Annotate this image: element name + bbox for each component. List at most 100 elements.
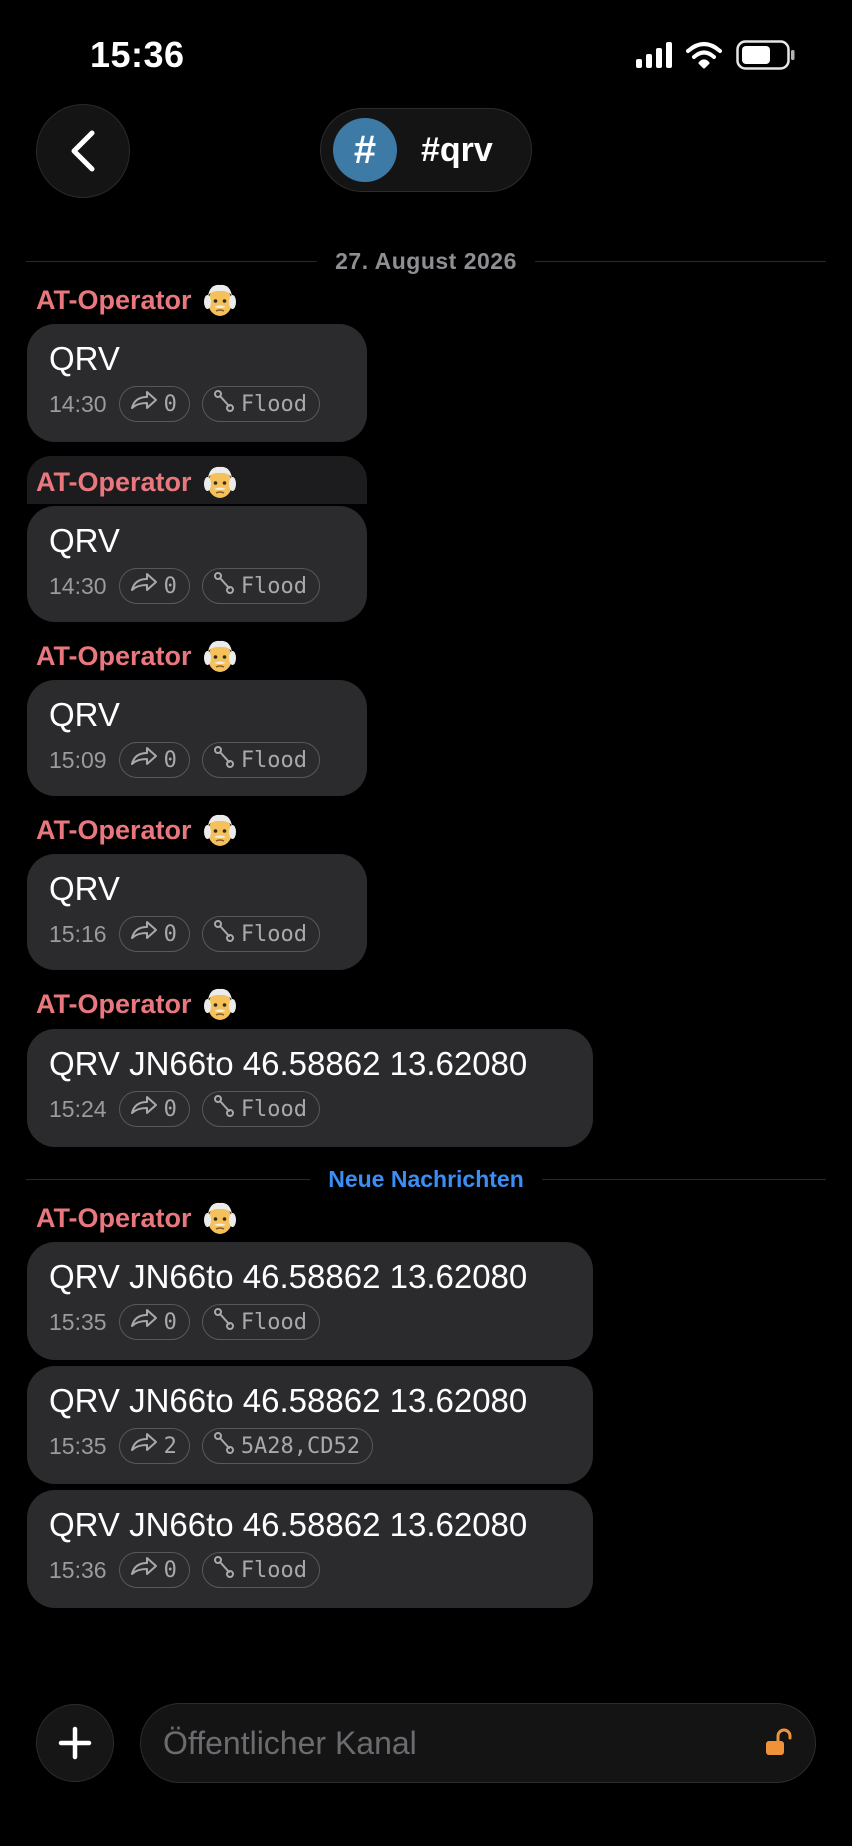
message-text: QRV — [49, 870, 120, 907]
channel-name: #qrv — [421, 130, 493, 169]
hops-chip[interactable]: 0 — [118, 1304, 190, 1340]
message-text: QRV — [49, 696, 120, 733]
hops-count: 0 — [163, 1557, 177, 1583]
date-label: 27. August 2026 — [335, 247, 517, 274]
hops-arrow-icon — [130, 1095, 158, 1123]
route-label: Flood — [240, 1096, 308, 1122]
message-bubble[interactable]: QRV 15:16 0 Flood — [27, 854, 367, 970]
hops-count: 0 — [163, 1096, 177, 1122]
older-man-emoji-icon — [202, 638, 238, 674]
message-text: QRV JN66to 46.58862 13.62080 — [49, 1045, 528, 1082]
cellular-signal-icon — [636, 42, 672, 68]
hops-arrow-icon — [130, 572, 158, 600]
route-chip[interactable]: 5A28,CD52 — [201, 1428, 374, 1464]
route-path-icon — [213, 1555, 235, 1585]
sender-name: AT-Operator — [36, 814, 192, 845]
channel-header[interactable]: # #qrv — [320, 108, 532, 192]
message-bubble[interactable]: QRV 15:09 0 Flood — [27, 680, 367, 796]
message-input-container[interactable] — [140, 1703, 816, 1783]
hops-chip[interactable]: 0 — [118, 1091, 190, 1127]
message-bubble[interactable]: QRV JN66to 46.58862 13.62080 15:36 0 Flo… — [27, 1490, 593, 1608]
channel-avatar: # — [333, 118, 397, 182]
route-path-icon — [213, 389, 235, 419]
add-attachment-button[interactable] — [36, 1704, 114, 1782]
message-sender[interactable]: AT-Operator — [36, 1200, 238, 1236]
hops-count: 0 — [163, 921, 177, 947]
status-icons — [636, 40, 796, 70]
older-man-emoji-icon — [202, 464, 238, 500]
hops-count: 0 — [163, 747, 177, 773]
message-sender[interactable]: AT-Operator — [36, 638, 238, 674]
hops-count: 2 — [163, 1433, 177, 1459]
message-time: 15:24 — [49, 1095, 107, 1122]
route-path-icon — [213, 1307, 235, 1337]
wifi-icon — [686, 42, 722, 69]
route-label: Flood — [240, 573, 308, 599]
message-bubble[interactable]: QRV JN66to 46.58862 13.62080 15:35 2 5A2… — [27, 1366, 593, 1484]
hops-arrow-icon — [130, 746, 158, 774]
status-time: 15:36 — [90, 34, 185, 75]
route-chip[interactable]: Flood — [201, 1304, 321, 1340]
message-time: 14:30 — [49, 390, 107, 417]
hops-chip[interactable]: 2 — [118, 1428, 190, 1464]
hops-arrow-icon — [130, 390, 158, 418]
hops-chip[interactable]: 0 — [118, 742, 190, 778]
message-text: QRV JN66to 46.58862 13.62080 — [49, 1382, 528, 1419]
hops-chip[interactable]: 0 — [118, 386, 190, 422]
message-time: 15:36 — [49, 1556, 107, 1583]
date-separator: 27. August 2026 — [26, 246, 826, 276]
message-bubble[interactable]: QRV 14:30 0 Flood — [27, 506, 367, 622]
older-man-emoji-icon — [202, 282, 238, 318]
sender-name: AT-Operator — [36, 466, 192, 497]
route-chip[interactable]: Flood — [201, 1552, 321, 1588]
route-chip[interactable]: Flood — [201, 568, 321, 604]
route-chip[interactable]: Flood — [201, 1091, 321, 1127]
route-path-icon — [213, 1431, 235, 1461]
chevron-left-icon — [71, 130, 95, 172]
older-man-emoji-icon — [202, 812, 238, 848]
hops-chip[interactable]: 0 — [118, 568, 190, 604]
route-label: Flood — [240, 1557, 308, 1583]
route-label: Flood — [240, 921, 308, 947]
hops-count: 0 — [163, 1309, 177, 1335]
back-button[interactable] — [36, 104, 130, 198]
older-man-emoji-icon — [202, 986, 238, 1022]
message-input[interactable] — [163, 1724, 763, 1762]
older-man-emoji-icon — [202, 1200, 238, 1236]
new-messages-separator: Neue Nachrichten — [26, 1164, 826, 1194]
message-sender[interactable]: AT-Operator — [36, 812, 238, 848]
message-time: 15:09 — [49, 746, 107, 773]
message-text: QRV JN66to 46.58862 13.62080 — [49, 1258, 528, 1295]
sender-name: AT-Operator — [36, 1202, 192, 1233]
hops-count: 0 — [163, 391, 177, 417]
route-chip[interactable]: Flood — [201, 916, 321, 952]
sender-name: AT-Operator — [36, 284, 192, 315]
message-bubble[interactable]: QRV JN66to 46.58862 13.62080 15:24 0 Flo… — [27, 1029, 593, 1147]
message-sender[interactable]: AT-Operator — [36, 986, 238, 1022]
unlocked-icon[interactable] — [763, 1728, 793, 1758]
message-sender[interactable]: AT-Operator — [36, 464, 238, 500]
battery-icon — [736, 40, 795, 70]
route-label: Flood — [240, 747, 308, 773]
sender-name: AT-Operator — [36, 988, 192, 1019]
hops-count: 0 — [163, 573, 177, 599]
hops-arrow-icon — [130, 1432, 158, 1460]
message-time: 15:16 — [49, 920, 107, 947]
new-messages-label: Neue Nachrichten — [328, 1165, 524, 1192]
message-time: 14:30 — [49, 572, 107, 599]
route-path-icon — [213, 1094, 235, 1124]
hops-chip[interactable]: 0 — [118, 916, 190, 952]
route-path-icon — [213, 571, 235, 601]
plus-icon — [58, 1726, 92, 1760]
message-sender[interactable]: AT-Operator — [36, 282, 238, 318]
route-label: 5A28,CD52 — [240, 1433, 361, 1459]
message-bubble[interactable]: QRV JN66to 46.58862 13.62080 15:35 0 Flo… — [27, 1242, 593, 1360]
hops-arrow-icon — [130, 1556, 158, 1584]
route-path-icon — [213, 745, 235, 775]
hops-chip[interactable]: 0 — [118, 1552, 190, 1588]
message-text: QRV — [49, 522, 120, 559]
route-chip[interactable]: Flood — [201, 742, 321, 778]
route-chip[interactable]: Flood — [201, 386, 321, 422]
sender-name: AT-Operator — [36, 640, 192, 671]
message-bubble[interactable]: QRV 14:30 0 Flood — [27, 324, 367, 442]
